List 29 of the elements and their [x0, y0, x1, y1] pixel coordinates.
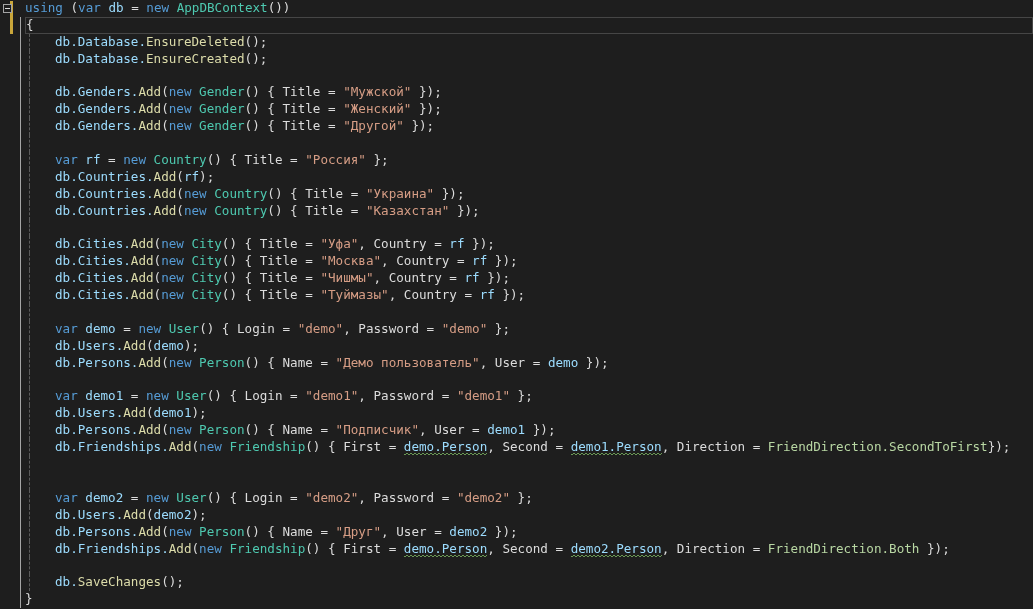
code-line: db.Friendships.Add(new Friendship() { First = demo.Person, Second = demo1.Person, Direction = FriendDirection.SecondToFirst});: [55, 439, 1011, 457]
code-line: db.Persons.Add(new Person() { Name = "Друг", User = demo2 });: [55, 523, 518, 541]
code-line: db.Database.EnsureCreated();: [55, 50, 268, 68]
code-line: db.SaveChanges();: [55, 574, 184, 592]
code-line: db.Cities.Add(new City() { Title = "Чишмы", Country = rf });: [55, 270, 511, 288]
code-line: {: [25, 16, 1033, 34]
code-line: db.Users.Add(demo);: [55, 337, 200, 355]
code-line: db.Users.Add(demo2);: [55, 506, 207, 524]
code-line: db.Genders.Add(new Gender() { Title = "Женский" });: [55, 101, 442, 119]
code-line: }: [25, 591, 33, 609]
code-line: var rf = new Country() { Title = "Россия" };: [55, 152, 389, 169]
code-line: db.Countries.Add(new Country() { Title = "Украина" });: [55, 185, 465, 203]
collapse-icon[interactable]: [3, 4, 12, 13]
code-line: db.Persons.Add(new Person() { Name = "Подписчик", User = demo1 });: [55, 422, 556, 440]
code-line: using (var db = new AppDBContext()): [25, 0, 291, 17]
code-line: var demo = new User() { Login = "demo", Password = "demo" };: [55, 320, 511, 338]
code-line: db.Countries.Add(new Country() { Title = "Казахстан" });: [55, 202, 480, 220]
code-line: db.Cities.Add(new City() { Title = "Уфа", Country = rf });: [55, 236, 495, 254]
code-line: db.Friendships.Add(new Friendship() { First = demo.Person, Second = demo2.Person, Direction = FriendDirection.Both });: [55, 540, 950, 558]
code-line: db.Cities.Add(new City() { Title = "Туймазы", Country = rf });: [55, 287, 526, 305]
code-line: db.Database.EnsureDeleted();: [55, 33, 268, 51]
code-line: var demo2 = new User() { Login = "demo2", Password = "demo2" };: [55, 489, 533, 507]
code-line: db.Genders.Add(new Gender() { Title = "Мужской" });: [55, 84, 442, 102]
code-line: var demo1 = new User() { Login = "demo1", Password = "demo1" };: [55, 388, 533, 406]
code-line: db.Users.Add(demo1);: [55, 405, 207, 423]
code-line: db.Countries.Add(rf);: [55, 168, 215, 186]
code-line: db.Genders.Add(new Gender() { Title = "Другой" });: [55, 118, 435, 136]
code-line: db.Persons.Add(new Person() { Name = "Демо пользователь", User = demo });: [55, 354, 609, 372]
code-line: db.Cities.Add(new City() { Title = "Москва", Country = rf });: [55, 253, 518, 271]
